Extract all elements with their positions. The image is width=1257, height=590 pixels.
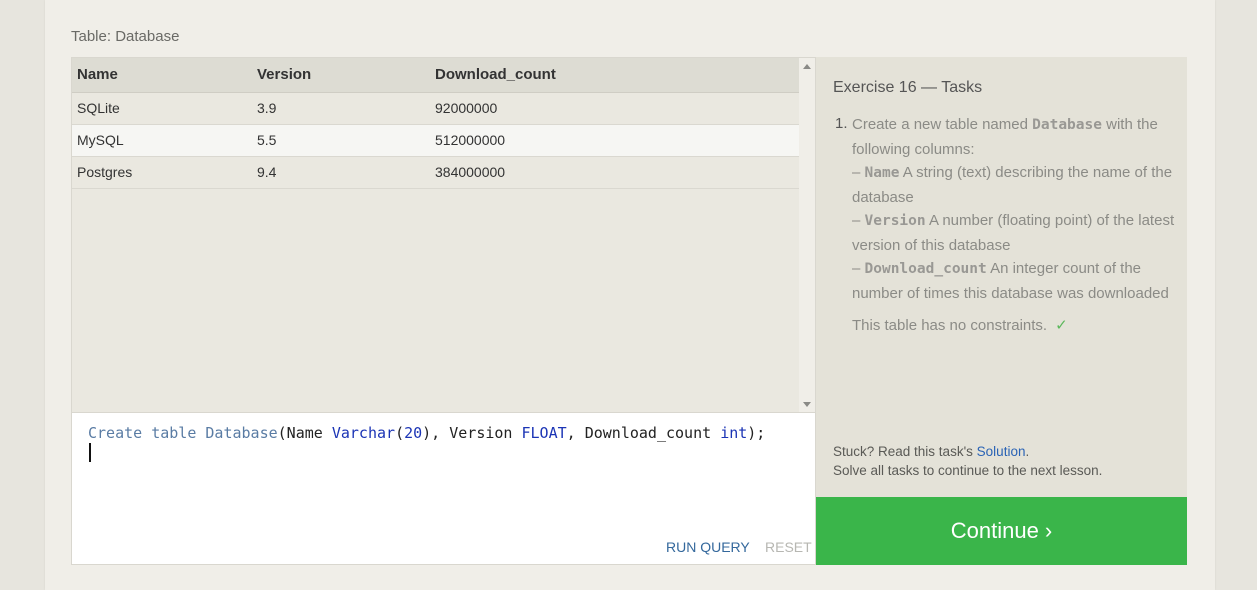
sql-code[interactable]: Create table Database(Name Varchar(20), … bbox=[88, 423, 765, 443]
text-cursor bbox=[89, 443, 91, 462]
cell-download-count: 512000000 bbox=[430, 124, 799, 157]
cell-name: Postgres bbox=[72, 156, 252, 189]
constraint-text: This table has no constraints. bbox=[852, 317, 1048, 334]
dash: – bbox=[852, 164, 861, 181]
stuck-period: . bbox=[1025, 444, 1030, 459]
solve-all-text: Solve all tasks to continue to the next … bbox=[833, 463, 1103, 478]
table-header-row: Name Version Download_count bbox=[72, 58, 799, 93]
column-name: Version bbox=[864, 213, 926, 229]
code-token: Varchar bbox=[331, 424, 396, 442]
column-description: A string (text) describing the name of t… bbox=[852, 164, 1173, 206]
results-panel: Name Version Download_count SQLite 3.9 9… bbox=[71, 57, 816, 412]
task-table-name: Database bbox=[1032, 117, 1102, 133]
code-token: FLOAT bbox=[521, 424, 567, 442]
code-token: ); bbox=[747, 424, 766, 442]
task-description: Create a new table named Database with t… bbox=[852, 113, 1178, 338]
stuck-line: Stuck? Read this task's Solution. bbox=[833, 442, 1102, 461]
checkmark-icon: ✓ bbox=[1055, 317, 1068, 334]
cell-name: MySQL bbox=[72, 124, 252, 157]
cell-name: SQLite bbox=[72, 92, 252, 125]
solution-link[interactable]: Solution bbox=[977, 444, 1026, 459]
help-text: Stuck? Read this task's Solution. Solve … bbox=[833, 442, 1102, 480]
column-name: Name bbox=[864, 165, 900, 181]
task-intro: Create a new table named Database with t… bbox=[852, 113, 1178, 161]
constraint-note: This table has no constraints. ✓ bbox=[852, 314, 1178, 338]
task-number: 1. bbox=[835, 115, 848, 132]
code-token: (Name bbox=[277, 424, 332, 442]
dash: – bbox=[852, 212, 861, 229]
lesson-page: Table: Database Name Version Download_co… bbox=[45, 0, 1215, 590]
code-token: ), Version bbox=[422, 424, 522, 442]
scroll-down-arrow-icon[interactable] bbox=[803, 402, 811, 407]
tasks-title: Exercise 16 — Tasks bbox=[833, 79, 983, 96]
task-column-item: – Name A string (text) describing the na… bbox=[852, 161, 1178, 209]
code-token: Create table Database bbox=[88, 424, 278, 442]
reset-button[interactable]: RESET bbox=[765, 539, 812, 555]
cell-download-count: 92000000 bbox=[430, 92, 799, 125]
cell-version: 5.5 bbox=[252, 124, 430, 157]
scroll-up-arrow-icon[interactable] bbox=[803, 64, 811, 69]
cell-version: 3.9 bbox=[252, 92, 430, 125]
task-column-item: – Version A number (floating point) of t… bbox=[852, 209, 1178, 257]
dash: – bbox=[852, 260, 861, 277]
column-name: Download_count bbox=[864, 261, 987, 277]
code-token: , Download_count bbox=[566, 424, 721, 442]
table-title: Table: Database bbox=[71, 28, 180, 45]
task-column-item: – Download_count An integer count of the… bbox=[852, 257, 1178, 305]
table-row: MySQL 5.5 512000000 bbox=[72, 124, 799, 157]
table-row: SQLite 3.9 92000000 bbox=[72, 92, 799, 125]
task-intro-text: Create a new table named bbox=[852, 116, 1028, 133]
code-token: 20 bbox=[404, 424, 423, 442]
sql-editor[interactable]: Create table Database(Name Varchar(20), … bbox=[71, 412, 816, 565]
column-header-version: Version bbox=[252, 58, 430, 93]
cell-download-count: 384000000 bbox=[430, 156, 799, 189]
tasks-panel: Exercise 16 — Tasks 1. Create a new tabl… bbox=[816, 57, 1187, 497]
column-header-name: Name bbox=[72, 58, 252, 93]
results-scrollbar[interactable] bbox=[799, 58, 815, 412]
run-query-button[interactable]: RUN QUERY bbox=[666, 539, 750, 555]
stuck-text: Stuck? Read this task's bbox=[833, 444, 973, 459]
table-row: Postgres 9.4 384000000 bbox=[72, 156, 799, 189]
results-table: Name Version Download_count SQLite 3.9 9… bbox=[72, 58, 799, 189]
code-token: ( bbox=[395, 424, 405, 442]
continue-button[interactable]: Continue › bbox=[816, 497, 1187, 565]
column-header-download-count: Download_count bbox=[430, 58, 799, 93]
cell-version: 9.4 bbox=[252, 156, 430, 189]
code-token: int bbox=[720, 424, 748, 442]
